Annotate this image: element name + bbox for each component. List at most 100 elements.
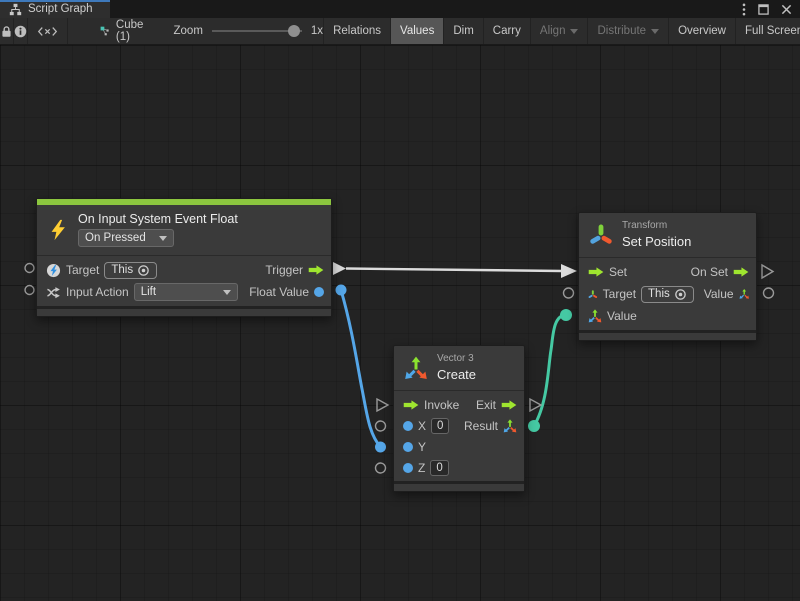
unity-script-graph-window: Script Graph Cube (1) Zoom 1x [0,0,800,601]
port-trigger-out-connected[interactable] [333,262,346,275]
vector3-node-footer [394,481,524,491]
transform-target-object-button[interactable]: This [641,286,694,303]
z-port-label: Z [418,461,425,475]
vector3-node-body: Invoke Exit X 0 Result Y [394,390,524,481]
transform-value-row: Value [579,305,756,327]
values-button[interactable]: Values [390,18,443,44]
z-value-field[interactable]: 0 [430,460,448,476]
on-set-port-label: On Set [691,265,728,279]
zoom-control: Zoom 1x [174,18,324,44]
port-z-in[interactable] [376,463,386,473]
wire-floatvalue-to-y[interactable] [341,290,381,447]
lock-button[interactable] [0,18,14,44]
target-port-label: Target [66,263,99,277]
float-value-port-icon [314,287,324,297]
event-target-object-button[interactable]: This [104,262,157,279]
graph-target-name: Cube (1) [116,19,148,43]
port-float-value-out-connected[interactable] [336,285,347,296]
vector3-y-row: Y [394,436,524,457]
event-node-title: On Input System Event Float [78,212,238,226]
zoom-slider[interactable] [212,24,302,38]
vector3-icon [404,356,428,380]
vector3-port-icon [503,419,517,433]
value-in-port-label: Value [607,309,637,323]
event-target-icon [46,263,61,278]
flow-arrow-icon [588,267,604,277]
port-event-inputaction-in[interactable] [25,286,34,295]
vector3-invoke-row: Invoke Exit [394,394,524,415]
node-transform-set-position[interactable]: Transform Set Position Set On Set Target… [578,212,757,341]
flow-arrow-icon [501,400,517,410]
graph-canvas[interactable]: On Input System Event Float On Pressed T… [0,45,800,601]
target-port-label: Target [603,287,636,301]
port-value-in-connected[interactable] [560,309,572,321]
event-mode-dropdown[interactable]: On Pressed [78,229,174,247]
port-transform-value-out[interactable] [764,288,774,298]
transform-set-row: Set On Set [579,261,756,283]
set-port-label: Set [609,265,627,279]
dim-button[interactable]: Dim [443,18,482,44]
wire-result-to-value[interactable] [534,315,566,426]
zoom-label: Zoom [174,25,203,37]
input-action-dropdown[interactable]: Lift [134,283,238,301]
close-icon[interactable] [781,4,792,15]
maximize-icon[interactable] [758,4,769,15]
x-port-label: X [418,419,426,433]
carry-button[interactable]: Carry [483,18,530,44]
transform-target-row: Target This Value [579,283,756,305]
zoom-slider-handle[interactable] [288,25,300,37]
overview-button[interactable]: Overview [668,18,735,44]
port-invoke-in[interactable] [377,399,388,411]
align-button[interactable]: Align [530,18,588,44]
node-vector3-create[interactable]: Vector 3 Create Invoke Exit X 0 Res [393,345,525,492]
node-on-input-system-event-float[interactable]: On Input System Event Float On Pressed T… [36,198,332,317]
wire-trigger-to-set[interactable] [346,269,562,272]
graph-target-picker[interactable]: Cube (1) [68,18,148,44]
transform-node-body: Set On Set Target This Value [579,257,756,330]
zoom-value: 1x [311,25,323,37]
vector3-node-header: Vector 3 Create [394,346,524,390]
vector3-port-icon [739,287,749,301]
distribute-button[interactable]: Distribute [587,18,668,44]
kebab-menu-icon[interactable] [742,3,746,16]
full-screen-button[interactable]: Full Screen [735,18,800,44]
port-y-in-connected[interactable] [375,442,386,453]
x-port-icon [403,421,413,431]
vector3-port-icon [588,309,602,323]
port-transform-target-in[interactable] [564,288,574,298]
tab-bar: Script Graph [0,0,800,18]
vector3-x-row: X 0 Result [394,415,524,436]
event-node-header: On Input System Event Float On Pressed [37,205,331,255]
chevron-down-icon [570,29,578,34]
port-event-target-in[interactable] [25,264,34,273]
chevron-down-icon [223,290,231,295]
transform-icon [589,223,613,247]
window-controls [742,0,800,18]
event-inputaction-row: Input Action Lift Float Value [37,281,331,303]
graph-asset-icon [100,24,110,38]
tab-title: Script Graph [28,3,93,15]
result-port-label: Result [464,419,498,433]
transform-mini-icon [588,288,598,301]
float-value-port-label: Float Value [249,285,309,299]
port-exit-out[interactable] [530,399,541,411]
vector3-node-category: Vector 3 [437,353,476,364]
trigger-port-label: Trigger [265,263,303,277]
relations-button[interactable]: Relations [323,18,390,44]
event-target-row: Target This Trigger [37,259,331,281]
transform-node-title: Set Position [622,234,691,249]
edit-source-button[interactable] [28,18,68,44]
invoke-port-label: Invoke [424,398,459,412]
x-value-field[interactable]: 0 [431,418,449,434]
code-icon [37,26,58,37]
tab-script-graph[interactable]: Script Graph [0,0,110,18]
port-onset-out[interactable] [762,265,773,278]
chevron-down-icon [651,29,659,34]
flow-arrow-icon [733,267,749,277]
port-result-out-connected[interactable] [528,420,540,432]
port-x-in[interactable] [376,421,386,431]
inspect-button[interactable] [14,18,28,44]
object-picker-icon [674,288,687,301]
transform-node-category: Transform [622,220,691,231]
transform-node-footer [579,330,756,340]
